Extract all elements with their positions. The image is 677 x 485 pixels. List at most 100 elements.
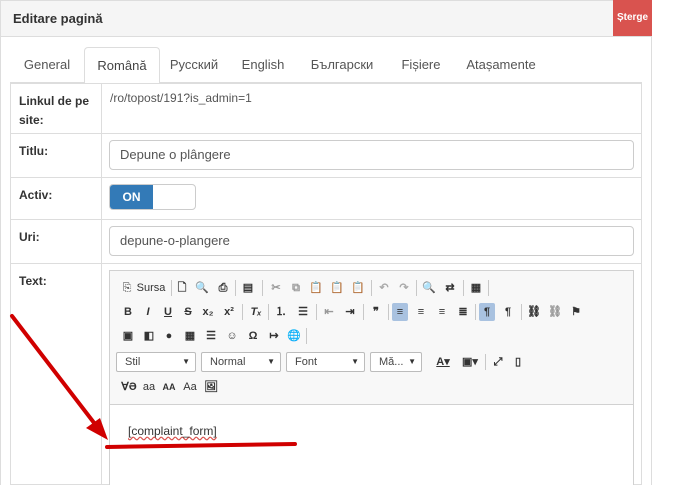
language-tabs: General Română Русский English Български… (10, 47, 642, 84)
transform-case-icon[interactable]: ⱯƏ (120, 378, 138, 396)
show-blocks-icon[interactable]: ▯ (510, 353, 526, 371)
row-active: Activ: (11, 177, 641, 219)
separator (316, 304, 317, 320)
image-icon[interactable]: ▣ (120, 327, 136, 345)
special-char-icon[interactable]: Ω (245, 327, 261, 345)
tab-general[interactable]: General (10, 47, 84, 83)
select-all-icon[interactable]: ▦ (468, 279, 484, 297)
justify-icon[interactable]: ≣ (455, 303, 471, 321)
tab-english[interactable]: English (228, 47, 298, 83)
capitalize-button[interactable]: Aa (181, 378, 199, 396)
align-right-icon[interactable]: ≡ (434, 303, 450, 321)
paste-word-icon[interactable]: 📋 (350, 279, 366, 297)
page-break-icon[interactable]: ↦ (266, 327, 282, 345)
uri-input[interactable]: depune-o-plangere (109, 226, 634, 256)
subscript-icon[interactable]: x₂ (200, 303, 216, 321)
uri-label: Uri: (19, 230, 40, 244)
separator (521, 304, 522, 320)
templates-icon[interactable]: ▤ (240, 279, 256, 297)
page-title: Editare pagină (13, 11, 103, 26)
copy-icon[interactable]: ⧉ (288, 279, 304, 297)
title-input[interactable]: Depune o plângere (109, 140, 634, 170)
panel-header: Editare pagină (0, 0, 652, 37)
indent-icon[interactable]: ⇥ (342, 303, 358, 321)
align-left-icon[interactable]: ≡ (392, 303, 408, 321)
paste-icon[interactable]: 📋 (308, 279, 324, 297)
cut-icon[interactable]: ✂ (268, 279, 284, 297)
editor-content-text: [complaint_form] (128, 424, 217, 438)
separator (363, 304, 364, 320)
toggle-on-label: ON (110, 185, 153, 209)
chevron-down-icon: ▼ (182, 357, 190, 366)
rtl-direction-icon[interactable]: ¶ (500, 303, 516, 321)
format-combo[interactable]: Normal ▼ (201, 352, 281, 372)
chevron-down-icon: ▼ (408, 357, 416, 366)
tab-romana[interactable]: Română (84, 47, 160, 84)
bold-icon[interactable]: B (120, 303, 136, 321)
bulleted-list-icon[interactable]: ☰ (295, 303, 311, 321)
uppercase-button[interactable]: AA (160, 378, 178, 396)
separator (306, 328, 307, 344)
paste-text-icon[interactable]: 📋 (329, 279, 345, 297)
separator (388, 304, 389, 320)
source-icon[interactable]: ⎘ (120, 279, 134, 297)
maximize-icon[interactable]: ⤢ (490, 353, 506, 371)
delete-button[interactable]: Șterge (613, 0, 652, 36)
find-icon[interactable]: 🔍 (421, 279, 437, 297)
ltr-direction-icon[interactable]: ¶ (479, 303, 495, 321)
image-gallery-icon[interactable]: 🖼 (203, 378, 219, 396)
source-button[interactable]: Sursa (135, 279, 167, 297)
strikethrough-icon[interactable]: S (180, 303, 196, 321)
print-icon[interactable]: ⎙ (215, 279, 231, 297)
separator (262, 280, 263, 296)
row-link: Linkul de pe site: (11, 83, 641, 133)
flash-icon[interactable]: ◧ (141, 327, 157, 345)
anchor-flag-icon[interactable]: ⚑ (568, 303, 584, 321)
iframe-globe-icon[interactable]: 🌐 (286, 327, 302, 345)
chevron-down-icon: ▼ (267, 357, 275, 366)
font-combo[interactable]: Font ▼ (286, 352, 365, 372)
style-combo[interactable]: Stil ▼ (116, 352, 196, 372)
separator (416, 280, 417, 296)
replace-icon[interactable]: ⇄ (442, 279, 458, 297)
editor-content-area[interactable]: [complaint_form] (110, 406, 633, 485)
underline-icon[interactable]: U (160, 303, 176, 321)
new-page-icon[interactable]: 🗋 (174, 279, 190, 297)
numbered-list-icon[interactable]: ⒈ (273, 303, 289, 321)
media-icon[interactable]: ● (161, 327, 177, 345)
blockquote-icon[interactable]: ❞ (368, 303, 384, 321)
remove-format-icon[interactable]: Tₓ (248, 303, 264, 321)
tab-bulgarski[interactable]: Български (298, 47, 386, 83)
separator (242, 304, 243, 320)
lowercase-button[interactable]: aa (140, 378, 158, 396)
link-icon[interactable]: ⛓ (526, 303, 542, 321)
preview-icon[interactable]: 🔍 (194, 279, 210, 297)
active-toggle[interactable]: ON (109, 184, 196, 210)
separator (268, 304, 269, 320)
redo-icon[interactable]: ↷ (396, 279, 412, 297)
size-combo[interactable]: Mă... ▼ (370, 352, 422, 372)
italic-icon[interactable]: I (140, 303, 156, 321)
smiley-icon[interactable]: ☺ (224, 327, 240, 345)
undo-icon[interactable]: ↶ (376, 279, 392, 297)
unlink-icon[interactable]: ⛓ (547, 303, 563, 321)
outdent-icon[interactable]: ⇤ (321, 303, 337, 321)
active-label: Activ: (19, 188, 53, 202)
align-center-icon[interactable]: ≡ (413, 303, 429, 321)
tab-fisiere[interactable]: Fișiere (386, 47, 456, 83)
text-color-icon[interactable]: A▾ (432, 353, 454, 371)
site-link[interactable]: /ro/topost/191?is_admin=1 (110, 91, 252, 105)
separator (371, 280, 372, 296)
tab-atasamente[interactable]: Atașamente (456, 47, 546, 83)
table-icon[interactable]: ▦ (182, 327, 198, 345)
title-label: Titlu: (19, 144, 49, 158)
chevron-down-icon: ▼ (351, 357, 359, 366)
superscript-icon[interactable]: x² (221, 303, 237, 321)
separator (475, 304, 476, 320)
background-color-icon[interactable]: ▣▾ (459, 353, 481, 371)
horizontal-line-icon[interactable]: ☰ (203, 327, 219, 345)
separator (235, 280, 236, 296)
tab-russkiy[interactable]: Русский (160, 47, 228, 83)
separator (171, 280, 172, 296)
text-label: Text: (19, 274, 47, 288)
